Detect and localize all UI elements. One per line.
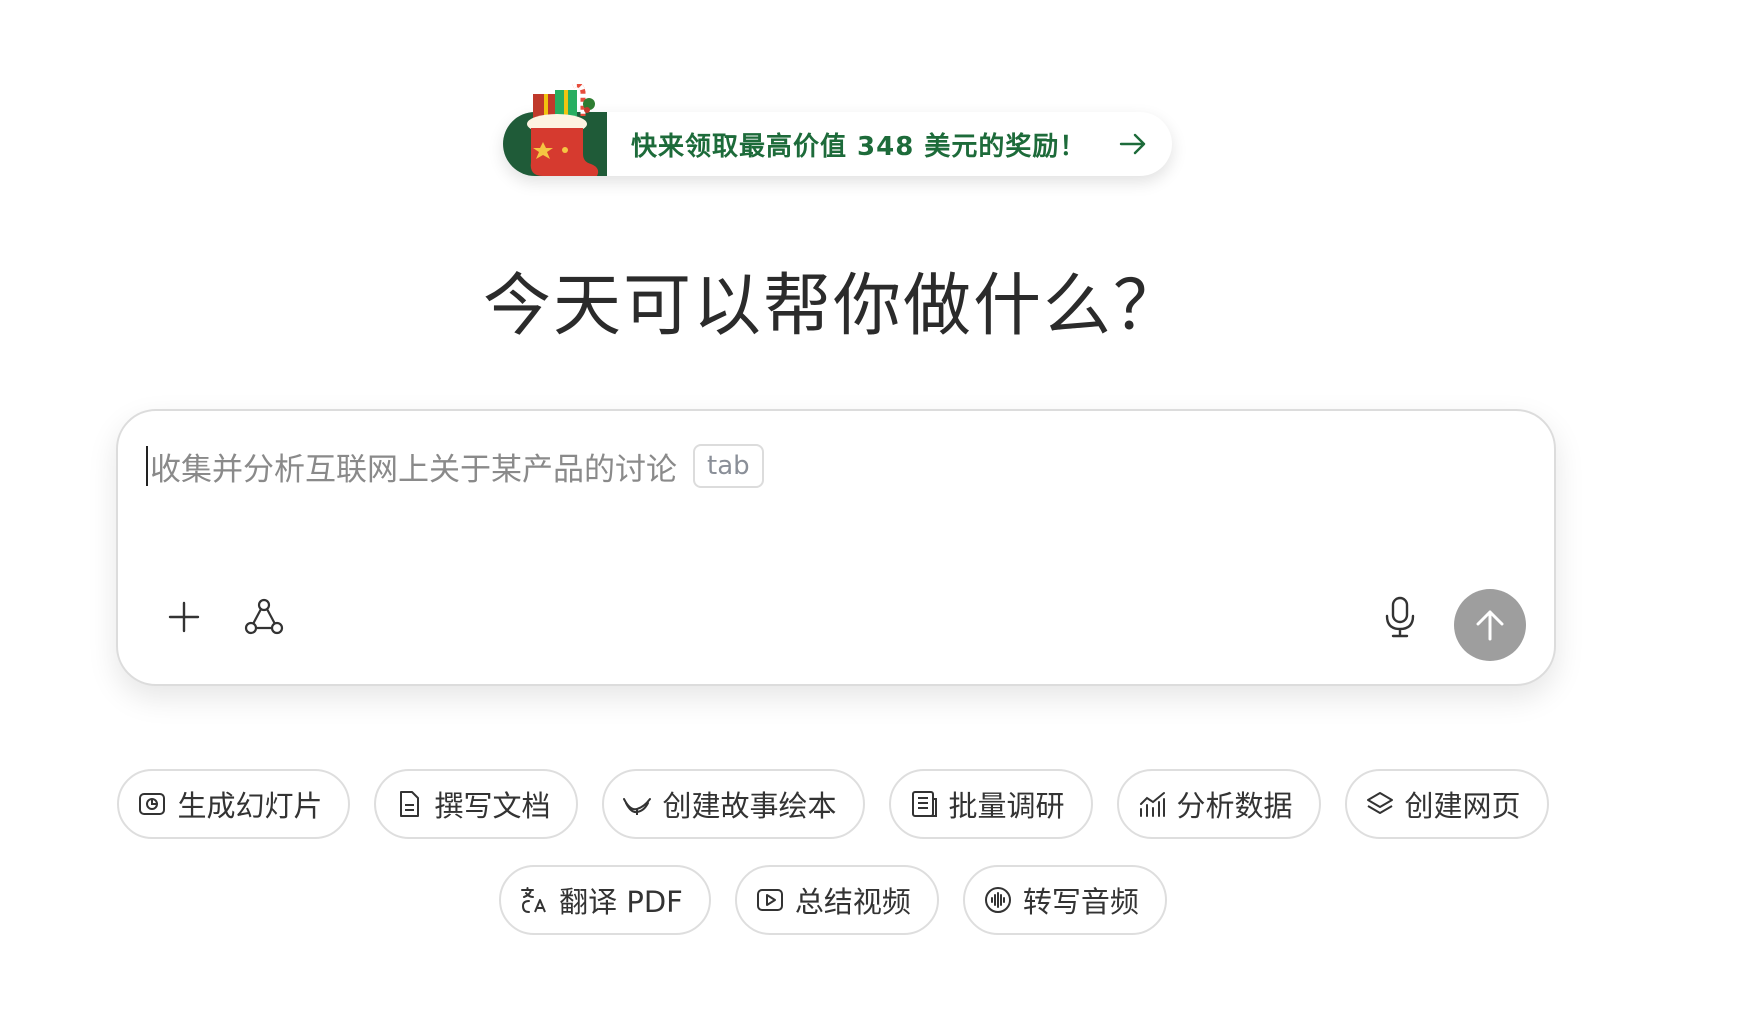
text-caret [146, 446, 148, 486]
chip-label: 创建故事绘本 [662, 789, 837, 823]
chip-label: 分析数据 [1176, 789, 1293, 823]
prompt-placeholder: 收集并分析互联网上关于某产品的讨论 [150, 451, 677, 488]
chart-icon [1139, 792, 1165, 817]
promo-banner[interactable]: 快来领取最高价值 348 美元的奖励！ [503, 84, 1172, 176]
storybook-icon [623, 798, 652, 815]
chip-transcribe-audio[interactable]: 转写音频 [962, 865, 1167, 935]
tab-hint-badge: tab [693, 444, 764, 488]
chip-label: 转写音频 [1022, 885, 1139, 919]
chip-create-webpage[interactable]: 创建网页 [1344, 769, 1549, 839]
video-icon [756, 889, 783, 911]
prompt-composer[interactable]: 收集并分析互联网上关于某产品的讨论 tab [116, 409, 1556, 686]
chip-analyze-data[interactable]: 分析数据 [1116, 769, 1321, 839]
arrow-up-icon [1476, 610, 1504, 641]
chip-create-storybook[interactable]: 创建故事绘本 [602, 769, 865, 839]
audio-wave-icon [984, 887, 1011, 913]
document-icon [400, 791, 420, 817]
plus-icon [168, 601, 200, 633]
christmas-stocking-icon [503, 84, 607, 176]
chip-label: 生成幻灯片 [177, 789, 323, 823]
promo-text: 快来领取最高价值 348 美元的奖励！ [631, 131, 1087, 162]
research-icon [911, 791, 937, 817]
webpage-icon [1366, 792, 1393, 814]
prompt-input[interactable]: 收集并分析互联网上关于某产品的讨论 tab [146, 444, 764, 488]
slides-icon [139, 793, 166, 815]
chip-write-document[interactable]: 撰写文档 [374, 769, 579, 839]
send-button[interactable] [1454, 589, 1526, 661]
chip-label: 总结视频 [794, 885, 911, 919]
workflow-button[interactable] [236, 589, 292, 645]
translate-icon [521, 887, 547, 913]
chip-label: 翻译 PDF [559, 885, 683, 919]
suggestion-row-1: 生成幻灯片 撰写文档 创建故事绘本 批量调研 分析数据 创建网页 [0, 769, 1666, 839]
voice-input-button[interactable] [1372, 589, 1428, 645]
workflow-icon [244, 598, 284, 635]
add-attachment-button[interactable] [156, 589, 212, 645]
chip-batch-research[interactable]: 批量调研 [888, 769, 1093, 839]
chip-label: 撰写文档 [434, 789, 551, 823]
chip-label: 批量调研 [948, 789, 1065, 823]
chip-translate-pdf[interactable]: 翻译 PDF [499, 865, 711, 935]
chip-summarize-video[interactable]: 总结视频 [734, 865, 939, 935]
arrow-right-icon [1119, 133, 1146, 155]
microphone-icon [1385, 596, 1415, 638]
suggestion-row-2: 翻译 PDF 总结视频 转写音频 [0, 865, 1666, 935]
chip-generate-slides[interactable]: 生成幻灯片 [117, 769, 351, 839]
page-title: 今天可以帮你做什么？ [482, 267, 1183, 346]
chip-label: 创建网页 [1404, 789, 1521, 823]
